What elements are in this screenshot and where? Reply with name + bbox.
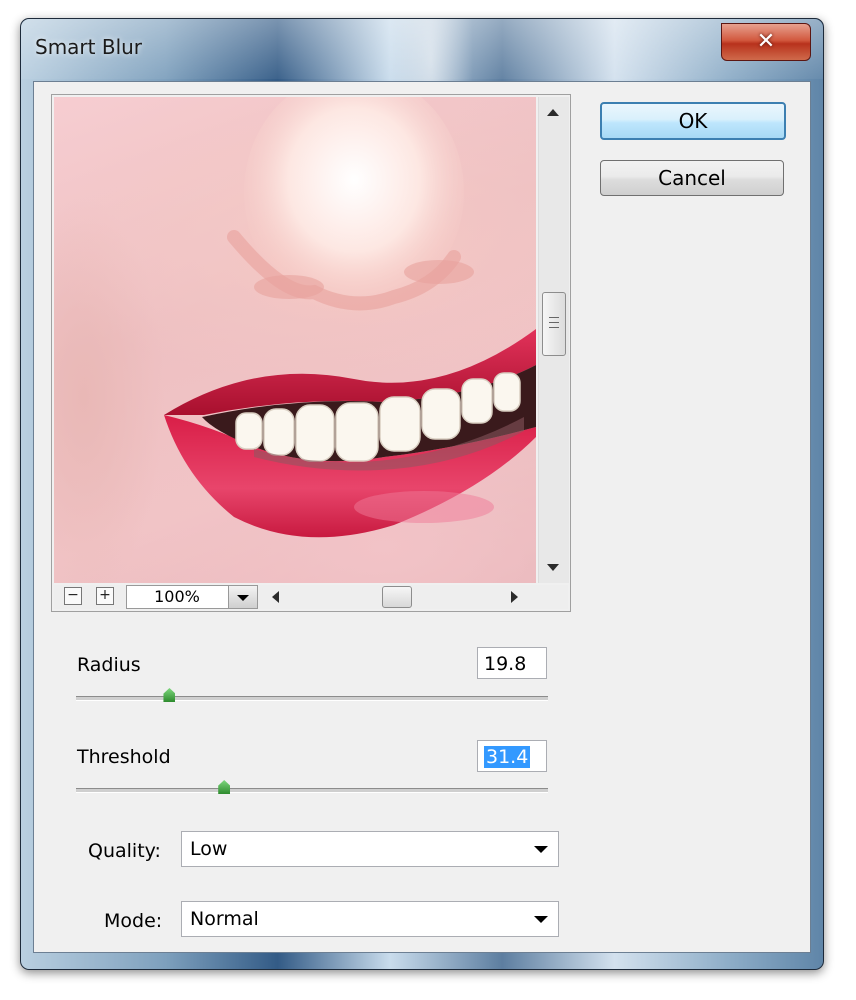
preview-navigation-bar: − + 100% xyxy=(54,585,568,609)
vertical-scrollbar[interactable] xyxy=(538,97,569,583)
scroll-left-arrow-icon[interactable] xyxy=(272,591,279,603)
dialog-client-area: − + 100% OK Cancel Radius 19.8 Threshold… xyxy=(33,81,811,953)
mode-label: Mode: xyxy=(104,910,163,932)
threshold-slider-track[interactable] xyxy=(76,788,548,793)
quality-label: Quality: xyxy=(88,840,161,862)
quality-selected-value: Low xyxy=(190,838,228,860)
window-title: Smart Blur xyxy=(35,35,143,59)
chevron-down-icon xyxy=(534,916,548,923)
zoom-level-field[interactable]: 100% xyxy=(126,585,258,609)
grip-line-icon xyxy=(549,327,559,328)
horizontal-scroll-thumb[interactable] xyxy=(382,586,412,608)
scroll-up-arrow-icon[interactable] xyxy=(547,109,559,116)
radius-input[interactable]: 19.8 xyxy=(477,647,547,679)
radius-value: 19.8 xyxy=(484,653,527,675)
zoom-in-button[interactable]: + xyxy=(96,587,114,605)
radius-slider-track[interactable] xyxy=(76,696,548,701)
radius-slider-thumb[interactable] xyxy=(163,688,176,702)
scroll-right-arrow-icon[interactable] xyxy=(511,591,518,603)
zoom-dropdown-button[interactable] xyxy=(228,586,257,608)
threshold-slider-thumb[interactable] xyxy=(218,780,231,794)
grip-line-icon xyxy=(549,322,559,323)
mode-selected-value: Normal xyxy=(190,908,259,930)
threshold-value: 31.4 xyxy=(484,746,531,768)
ok-button[interactable]: OK xyxy=(600,102,786,140)
quality-select[interactable]: Low xyxy=(181,831,559,867)
cancel-button[interactable]: Cancel xyxy=(600,160,784,196)
dialog-window: Smart Blur ✕ − + 100% OK Cancel Radius 1… xyxy=(20,18,824,970)
threshold-input[interactable]: 31.4 xyxy=(477,740,547,772)
mode-select[interactable]: Normal xyxy=(181,901,559,937)
preview-panel: − + 100% xyxy=(51,94,571,612)
horizontal-scrollbar[interactable] xyxy=(264,585,526,608)
close-button[interactable]: ✕ xyxy=(721,23,811,61)
grip-line-icon xyxy=(549,317,559,318)
radius-label: Radius xyxy=(77,654,141,676)
vertical-scroll-thumb[interactable] xyxy=(542,292,566,356)
chevron-down-icon xyxy=(534,846,548,853)
zoom-level-value: 100% xyxy=(154,587,200,606)
scroll-down-arrow-icon[interactable] xyxy=(547,564,559,571)
preview-image-content xyxy=(164,97,536,538)
close-icon: ✕ xyxy=(756,29,776,54)
chevron-down-icon xyxy=(237,595,249,601)
threshold-label: Threshold xyxy=(77,746,171,768)
preview-image[interactable] xyxy=(54,97,536,583)
zoom-out-button[interactable]: − xyxy=(64,587,82,605)
